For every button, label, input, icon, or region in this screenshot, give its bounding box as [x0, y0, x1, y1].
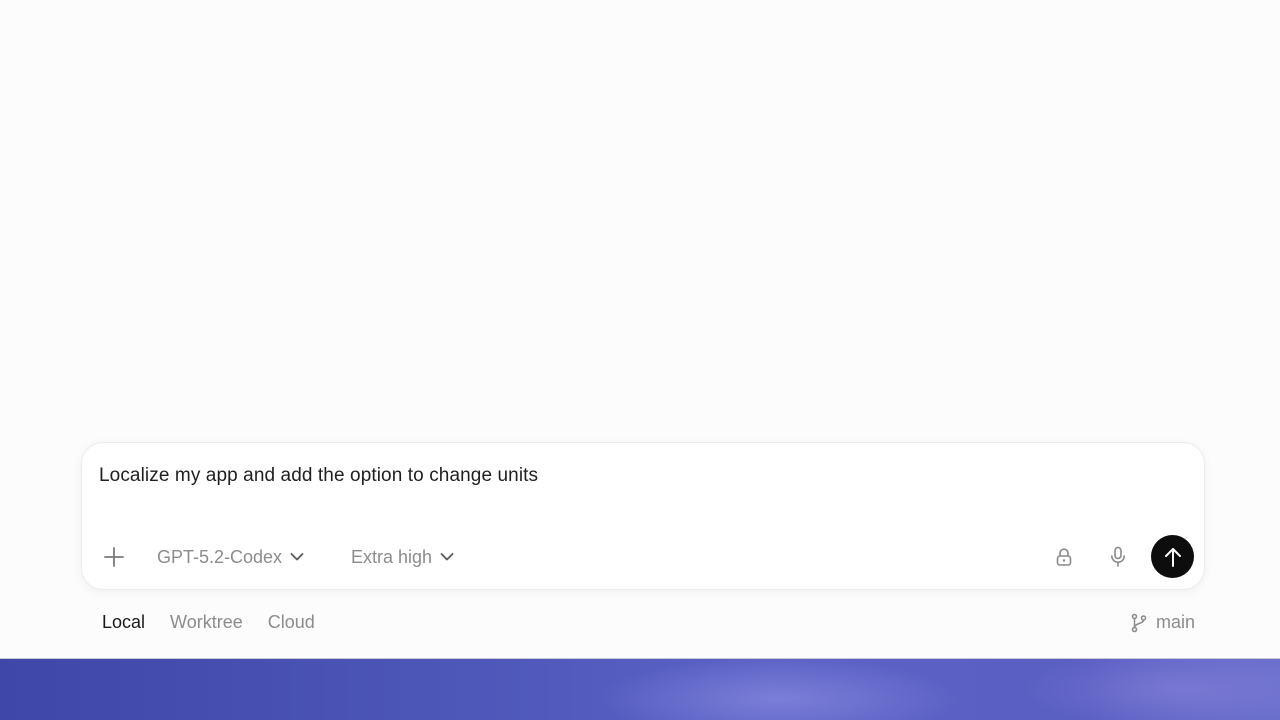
model-selector-label: GPT-5.2-Codex: [157, 546, 283, 567]
chevron-down-icon: [290, 553, 304, 561]
composer-toolbar: GPT-5.2-Codex Extra high: [82, 535, 1204, 579]
voice-input-button[interactable]: [1104, 543, 1132, 571]
branch-selector[interactable]: main: [1130, 612, 1195, 633]
plus-icon: [104, 547, 124, 567]
chevron-down-icon: [440, 553, 454, 561]
add-attachment-button[interactable]: [100, 543, 128, 571]
desktop-background: [0, 658, 1280, 720]
permissions-button[interactable]: [1050, 543, 1078, 571]
app-window: Localize my app and add the option to ch…: [0, 0, 1280, 658]
tab-worktree[interactable]: Worktree: [170, 612, 243, 633]
prompt-input[interactable]: Localize my app and add the option to ch…: [99, 465, 538, 487]
arrow-up-icon: [1164, 547, 1181, 567]
git-branch-icon: [1131, 613, 1147, 632]
environment-mode-tabs: Local Worktree Cloud: [102, 612, 315, 633]
reasoning-effort-selector[interactable]: Extra high: [351, 543, 454, 571]
prompt-composer: Localize my app and add the option to ch…: [81, 442, 1205, 590]
branch-name: main: [1155, 612, 1195, 632]
tab-cloud[interactable]: Cloud: [268, 612, 315, 633]
tab-local[interactable]: Local: [102, 612, 145, 633]
lock-icon: [1056, 548, 1072, 566]
model-selector[interactable]: GPT-5.2-Codex: [157, 543, 304, 571]
send-button[interactable]: [1151, 535, 1194, 578]
microphone-icon: [1111, 546, 1125, 567]
reasoning-effort-label: Extra high: [351, 546, 433, 567]
